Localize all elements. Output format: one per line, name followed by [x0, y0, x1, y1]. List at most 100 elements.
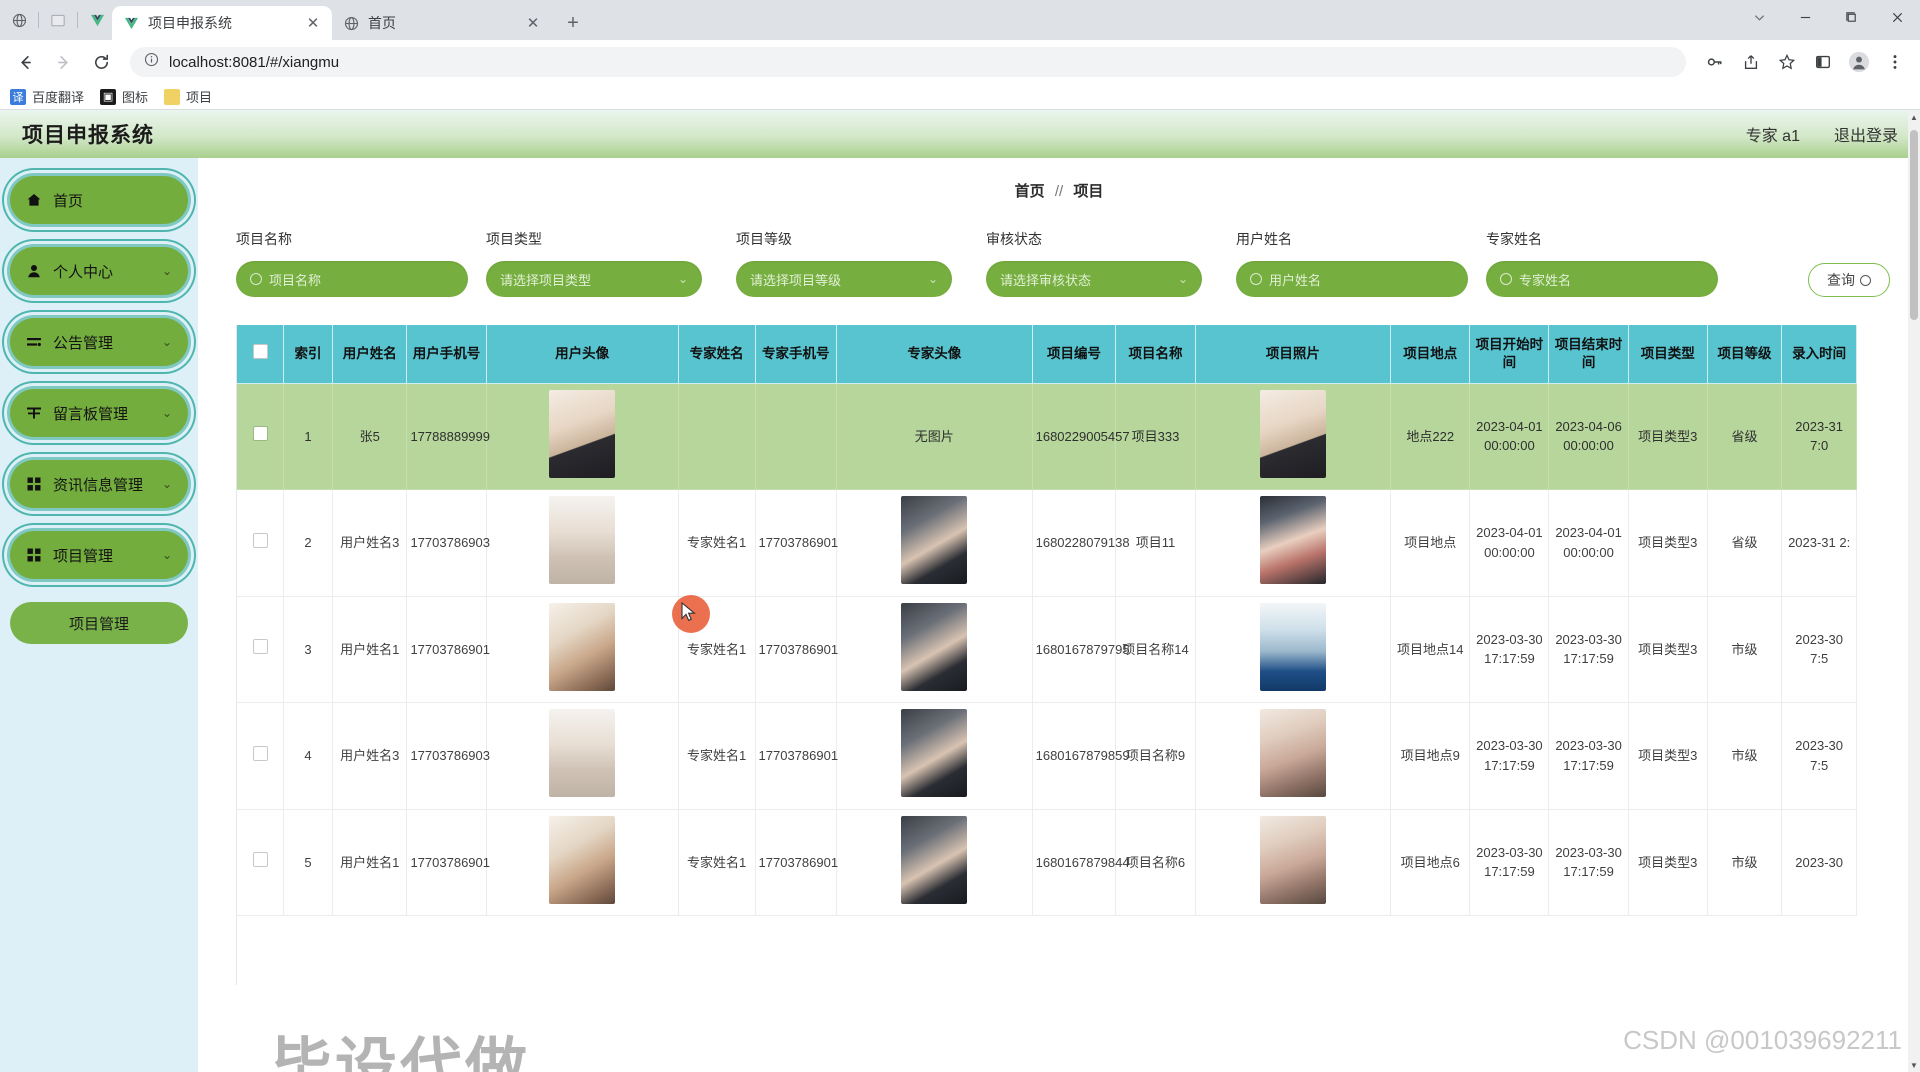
minimize-icon[interactable]	[1782, 0, 1828, 34]
scroll-down-arrow[interactable]: ▼	[1908, 1058, 1920, 1072]
chevron-down-icon: ⌄	[161, 406, 172, 420]
tabstrip-left-icons	[4, 0, 112, 40]
page-scrollbar[interactable]: ▲ ▼	[1908, 110, 1920, 1072]
sidebar: 首页 个人中心 ⌄ 公告管理 ⌄ 留言板管理 ⌄ 资讯信息管理 ⌄ 项目管理 ⌄…	[0, 158, 198, 1072]
photo-thumbnail[interactable]	[1259, 709, 1326, 797]
cell-expert_name	[678, 383, 756, 490]
row-checkbox[interactable]	[252, 426, 268, 441]
table-row[interactable]: 5 用户姓名1 17703786901 专家姓名1 17703786901 1680167…	[237, 809, 1857, 916]
filter-group-project-name: 项目名称 项目名称	[236, 229, 486, 297]
photo-thumbnail[interactable]	[549, 496, 616, 584]
filter-group-project-level: 项目等级 请选择项目等级 ⌄	[736, 229, 986, 297]
project-type-select[interactable]: 请选择项目类型 ⌄	[486, 261, 702, 297]
breadcrumb-root[interactable]: 首页	[1015, 183, 1045, 200]
main-content: 首页 // 项目 项目名称 项目名称 项目类型 请选择项目类型 ⌄ 项目等级 请…	[198, 158, 1920, 1072]
sidebar-item-personal-center[interactable]: 个人中心 ⌄	[10, 247, 188, 295]
close-icon[interactable]: ✕	[524, 14, 542, 32]
column-header-project_type: 项目类型	[1628, 325, 1708, 384]
cell-project_type: 项目类型3	[1628, 489, 1708, 597]
scroll-up-arrow[interactable]: ▲	[1908, 110, 1920, 124]
table-row[interactable]: 4 用户姓名3 17703786903 专家姓名1 17703786901 1680167…	[237, 702, 1857, 810]
cell-project_level: 省级	[1707, 489, 1783, 597]
cell-entry_time: 2023-30 7:5	[1781, 596, 1857, 703]
sidebar-subitem-project-management[interactable]: 项目管理	[10, 602, 188, 644]
table-row[interactable]: 1 张5 17788889999 无图片 1680229005457 项目333 地点222…	[237, 383, 1857, 490]
column-header-project_place: 项目地点	[1390, 325, 1471, 384]
bookmark-item[interactable]: ▣ 图标	[100, 87, 148, 106]
photo-thumbnail[interactable]	[901, 602, 968, 691]
scrollbar-thumb[interactable]	[1910, 130, 1918, 320]
cell-project_type: 项目类型3	[1628, 702, 1708, 810]
row-checkbox[interactable]	[252, 639, 268, 654]
star-icon[interactable]	[1770, 45, 1804, 79]
info-circle-icon[interactable]	[144, 52, 159, 72]
chevron-down-icon: ⌄	[161, 548, 172, 562]
project-name-input[interactable]: 项目名称	[236, 261, 468, 297]
reload-button[interactable]	[84, 45, 118, 79]
photo-thumbnail[interactable]	[1259, 496, 1326, 584]
photo-thumbnail[interactable]	[901, 496, 968, 584]
row-checkbox[interactable]	[252, 745, 268, 761]
cell-expert_phone: 17703786901	[755, 596, 838, 703]
row-checkbox[interactable]	[252, 852, 268, 867]
divider	[38, 12, 39, 28]
cell-expert_avatar	[836, 702, 1033, 810]
photo-thumbnail[interactable]	[549, 709, 616, 797]
photo-thumbnail[interactable]	[549, 389, 616, 478]
key-icon[interactable]	[1698, 45, 1732, 79]
bookmark-item[interactable]: 译 百度翻译	[10, 87, 84, 106]
forward-button[interactable]	[46, 45, 80, 79]
cell-project_no: 1680228079138	[1032, 489, 1130, 597]
column-header-expert_phone: 专家手机号	[755, 325, 838, 384]
photo-thumbnail[interactable]	[1259, 602, 1326, 691]
chevron-down-icon: ⌄	[161, 264, 172, 278]
sidebar-item-project-management[interactable]: 项目管理 ⌄	[10, 531, 188, 579]
photo-thumbnail[interactable]	[549, 815, 616, 904]
address-bar[interactable]: localhost:8081/#/xiangmu	[130, 47, 1686, 77]
chevron-down-icon: ⌄	[927, 272, 938, 286]
project-level-select[interactable]: 请选择项目等级 ⌄	[736, 261, 952, 297]
maximize-icon[interactable]	[1828, 0, 1874, 34]
sidebar-item-news-info[interactable]: 资讯信息管理 ⌄	[10, 460, 188, 508]
logout-link[interactable]: 退出登录	[1834, 122, 1898, 146]
query-button[interactable]: 查询	[1808, 263, 1890, 297]
menu-dots-icon[interactable]	[1878, 45, 1912, 79]
close-icon[interactable]: ✕	[304, 14, 322, 32]
review-status-select[interactable]: 请选择审核状态 ⌄	[986, 261, 1202, 297]
photo-thumbnail[interactable]	[1259, 389, 1326, 478]
cell-project_level: 市级	[1707, 596, 1783, 703]
column-header-project_no: 项目编号	[1032, 325, 1117, 384]
photo-thumbnail[interactable]	[549, 602, 616, 691]
table-row[interactable]: 3 用户姓名1 17703786901 专家姓名1 17703786901 1680167…	[237, 596, 1857, 703]
browser-tab-0[interactable]: 项目申报系统 ✕	[112, 6, 332, 40]
user-name-input[interactable]: 用户姓名	[1236, 261, 1468, 297]
sidebar-item-announcement[interactable]: 公告管理 ⌄	[10, 318, 188, 366]
share-icon[interactable]	[1734, 45, 1768, 79]
expert-name-input[interactable]: 专家姓名	[1486, 261, 1718, 297]
project-table-scroll[interactable]: 索引 用户姓名 用户手机号 用户头像 专家姓名 专家手机号 专家头像 项目编号 项目名称 项目照片…	[236, 325, 1882, 985]
close-icon[interactable]	[1874, 0, 1920, 34]
cell-index: 3	[283, 596, 333, 703]
chevron-down-icon: ⌄	[677, 272, 688, 286]
sidebar-item-home[interactable]: 首页	[10, 176, 188, 224]
bookmark-item[interactable]: 项目	[164, 87, 212, 106]
watermark-large: 毕设代做	[270, 1033, 531, 1072]
browser-tab-title: 项目申报系统	[148, 15, 232, 31]
new-tab-button[interactable]: +	[558, 8, 588, 38]
sidebar-item-message-board[interactable]: 留言板管理 ⌄	[10, 389, 188, 437]
back-button[interactable]	[8, 45, 42, 79]
row-checkbox[interactable]	[252, 532, 268, 548]
photo-thumbnail[interactable]	[901, 709, 968, 797]
select-all-checkbox[interactable]	[252, 343, 268, 359]
side-panel-icon[interactable]	[1806, 45, 1840, 79]
photo-thumbnail[interactable]	[901, 815, 968, 904]
photo-thumbnail[interactable]	[1259, 815, 1326, 904]
app-body: 首页 个人中心 ⌄ 公告管理 ⌄ 留言板管理 ⌄ 资讯信息管理 ⌄ 项目管理 ⌄…	[0, 158, 1920, 1072]
toolbar-right-icons	[1698, 45, 1912, 79]
profile-icon[interactable]	[1842, 45, 1876, 79]
table-row[interactable]: 2 用户姓名3 17703786903 专家姓名1 17703786901 1680228…	[237, 489, 1857, 597]
web-app-viewport: 项目申报系统 专家 a1 退出登录 首页 个人中心 ⌄ 公告管理 ⌄ 留言板管理…	[0, 110, 1920, 1072]
folder-icon	[164, 88, 181, 105]
chevron-down-icon[interactable]	[1736, 0, 1782, 34]
browser-tab-1[interactable]: 首页 ✕	[332, 6, 552, 40]
